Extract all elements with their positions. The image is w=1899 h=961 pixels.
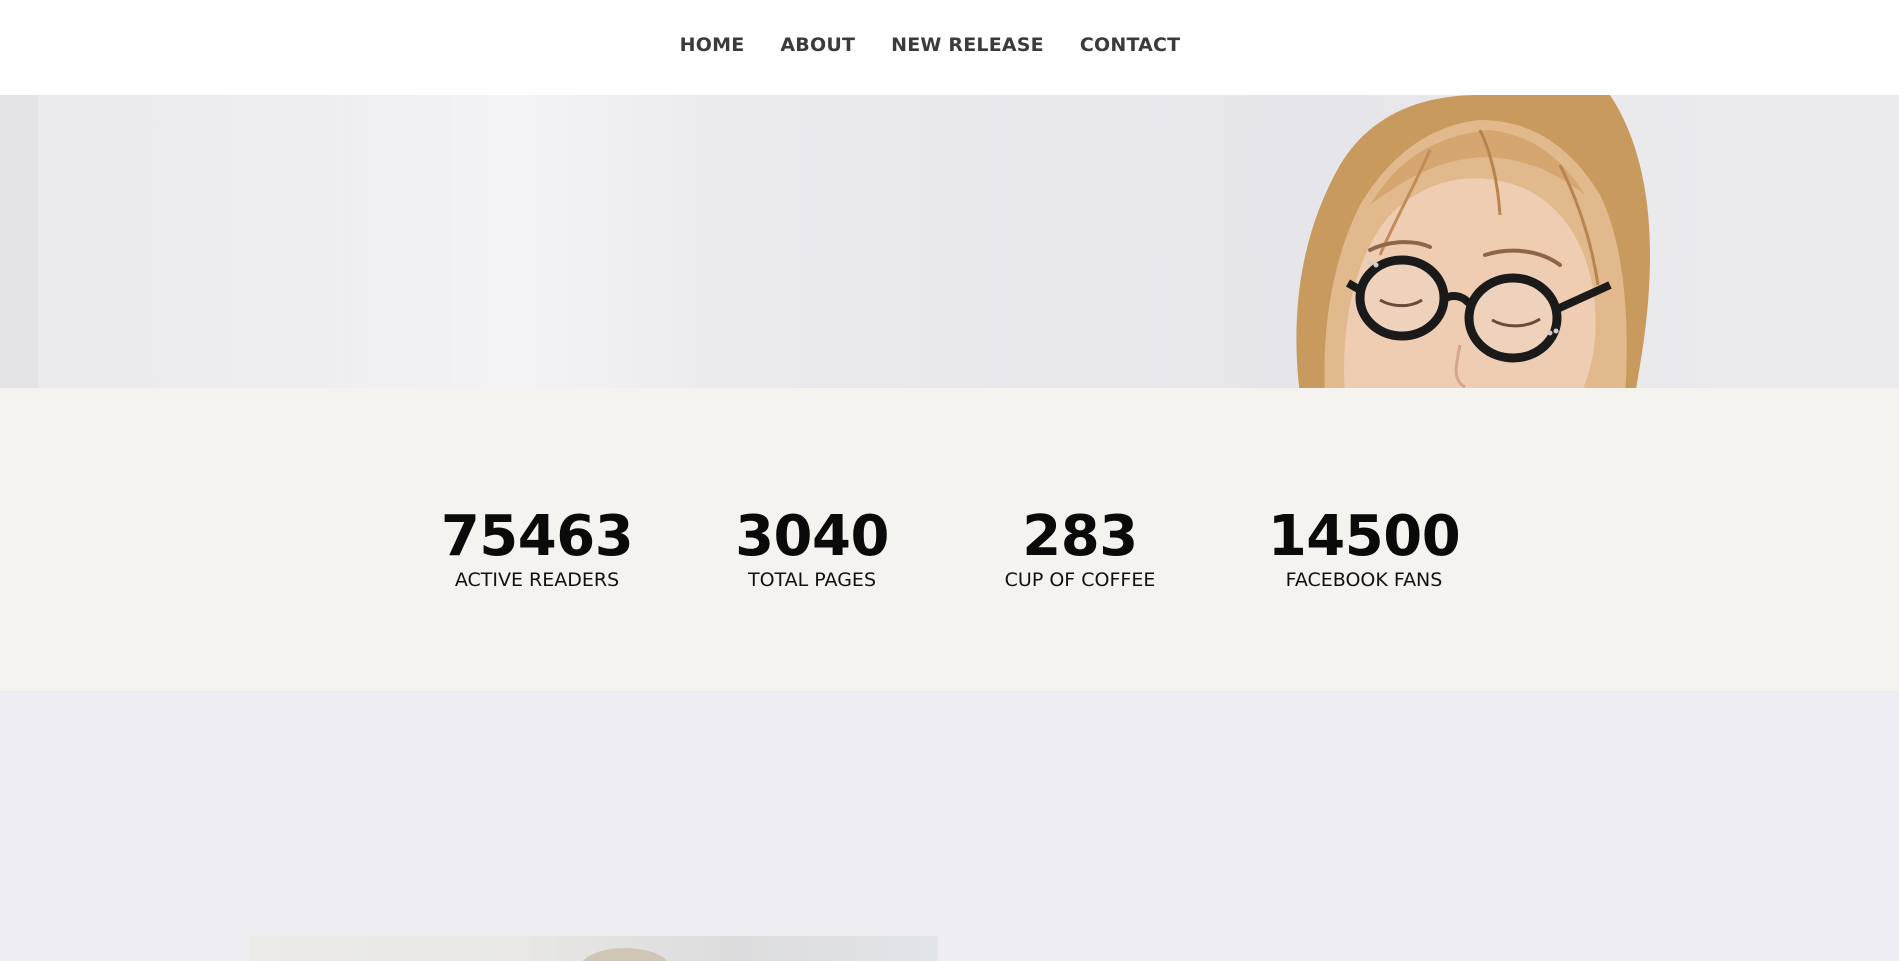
nav-contact-link[interactable]: CONTACT (1080, 33, 1181, 57)
stat-facebook-fans: 14500 FACEBOOK FANS (1267, 504, 1461, 592)
lower-image-subject (580, 948, 670, 961)
hero-light (300, 95, 720, 388)
stat-label: FACEBOOK FANS (1285, 569, 1443, 591)
hero-portrait-image (1296, 95, 1650, 388)
hero-banner (0, 95, 1899, 388)
stat-value: 75463 (440, 504, 634, 569)
lower-section-image (250, 936, 938, 961)
lower-section (0, 691, 1899, 961)
stat-label: CUP OF COFFEE (1004, 569, 1156, 591)
stats-section: 75463 ACTIVE READERS 3040 TOTAL PAGES 28… (0, 388, 1899, 691)
hero-edge (0, 95, 38, 388)
stat-total-pages: 3040 TOTAL PAGES (735, 506, 889, 592)
stat-value: 14500 (1267, 504, 1461, 569)
stat-label: ACTIVE READERS (454, 569, 620, 591)
stat-value: 3040 (735, 504, 889, 569)
stat-active-readers: 75463 ACTIVE READERS (440, 504, 634, 592)
site-header: HOME ABOUT NEW RELEASE CONTACT (0, 0, 1899, 95)
stat-label: TOTAL PAGES (747, 569, 877, 591)
nav-about-link[interactable]: ABOUT (780, 33, 855, 57)
stat-value: 283 (1022, 504, 1138, 569)
nav-new-release-link[interactable]: NEW RELEASE (891, 33, 1044, 57)
nav-home-link[interactable]: HOME (680, 33, 745, 57)
stat-cup-of-coffee: 283 CUP OF COFFEE (1005, 506, 1156, 592)
main-nav: HOME ABOUT NEW RELEASE CONTACT (0, 33, 1860, 57)
